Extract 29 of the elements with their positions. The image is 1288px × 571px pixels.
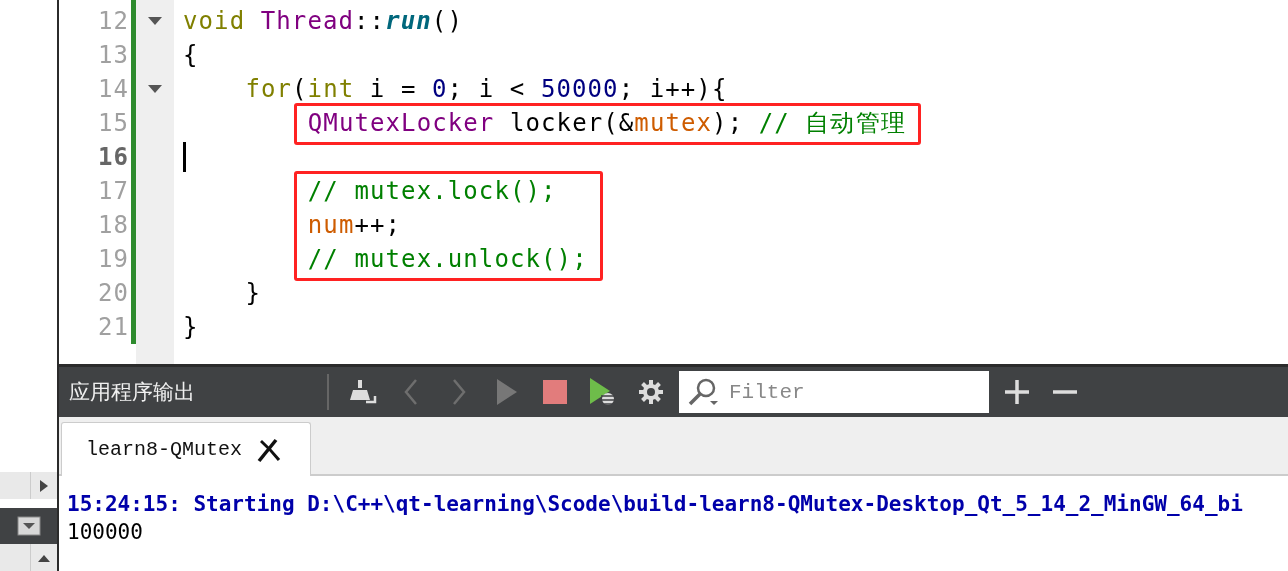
filter-field[interactable]: Filter	[679, 371, 989, 413]
output-line: 15:24:15: Starting D:\C++\qt-learning\Scode\build-learn8-QMutex-Desktop_Qt_5_14_2_MinGW_64_bi	[67, 491, 1244, 518]
fold-arrow-icon[interactable]	[147, 16, 163, 26]
output-tab[interactable]: learn8-QMutex	[61, 422, 311, 476]
code-line: num++;	[307, 211, 402, 239]
line-number: 16	[97, 143, 130, 171]
code-line: QMutexLocker locker(&mutex); // 自动管理	[307, 108, 906, 139]
line-number: 20	[97, 279, 130, 307]
line-number: 13	[97, 41, 130, 69]
close-icon[interactable]	[256, 436, 283, 463]
code-line: for(int i = 0; i < 50000; i++){	[245, 75, 728, 103]
pane-title: 应用程序输出	[68, 379, 196, 406]
line-number: 12	[97, 7, 130, 35]
code-line: // mutex.lock();	[307, 177, 557, 205]
fold-arrow-icon[interactable]	[147, 84, 163, 94]
line-number: 15	[97, 109, 130, 137]
line-number: 14	[97, 75, 130, 103]
dropdown-icon[interactable]	[16, 516, 41, 537]
code-line: void Thread::run()	[183, 7, 463, 35]
output-line: 100000	[67, 519, 144, 546]
search-icon[interactable]	[687, 377, 721, 407]
code-line: // mutex.unlock();	[307, 245, 588, 273]
line-number: 18	[97, 211, 130, 239]
line-number: 19	[97, 245, 130, 273]
line-number: 21	[97, 313, 130, 341]
line-number: 17	[97, 177, 130, 205]
code-line: }	[245, 279, 261, 307]
code-line: }	[183, 313, 199, 341]
code-line: {	[183, 41, 199, 69]
